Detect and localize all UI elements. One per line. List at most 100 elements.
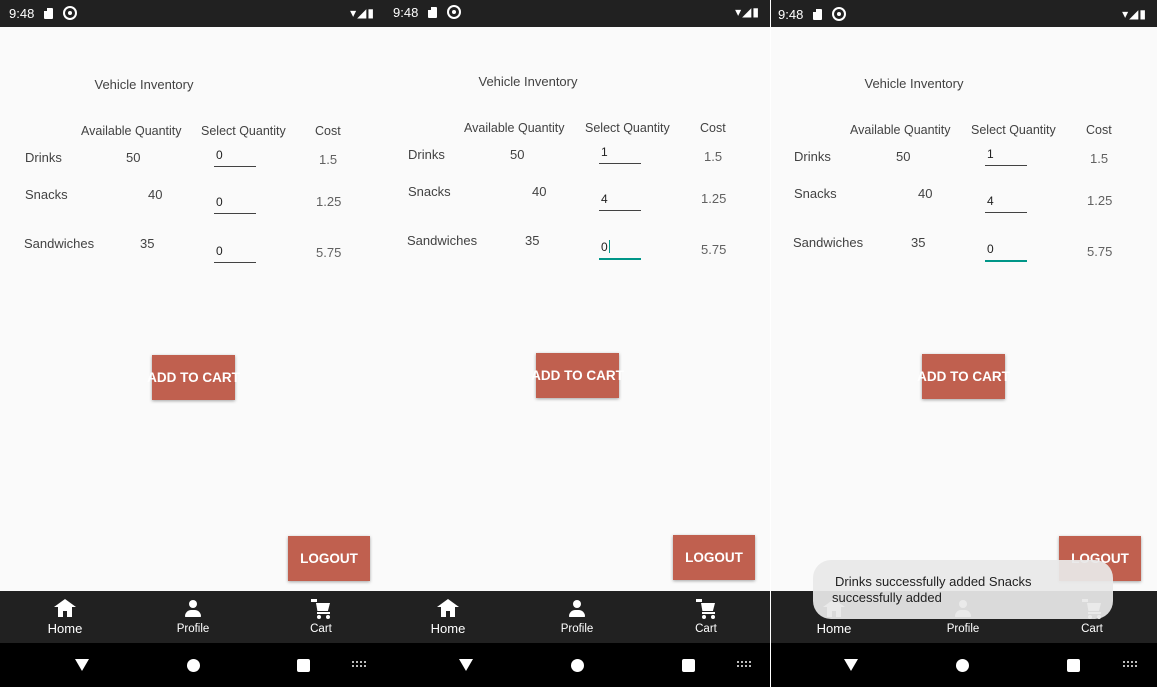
- nav-cart-label: Cart: [695, 623, 717, 635]
- nav-home[interactable]: Home: [398, 591, 498, 643]
- home-circle-icon[interactable]: [956, 659, 969, 672]
- quantity-input-sandwiches[interactable]: 0: [985, 242, 1027, 262]
- available-snacks: 40: [148, 187, 163, 202]
- toast-message: Drinks successfully added Snacks success…: [813, 560, 1113, 619]
- text-cursor: [608, 240, 610, 253]
- item-label-sandwiches: Sandwiches: [793, 235, 864, 250]
- sync-icon: [832, 7, 846, 21]
- home-circle-icon[interactable]: [187, 659, 200, 672]
- nav-profile-label: Profile: [560, 623, 594, 635]
- home-circle-icon[interactable]: [571, 659, 584, 672]
- available-snacks: 40: [918, 186, 933, 201]
- nav-cart[interactable]: Cart: [656, 591, 756, 643]
- recents-icon[interactable]: [297, 659, 310, 672]
- available-sandwiches: 35: [140, 236, 155, 251]
- keyboard-icon[interactable]: [1123, 661, 1137, 668]
- nav-cart[interactable]: Cart: [271, 591, 371, 643]
- available-sandwiches: 35: [911, 235, 926, 250]
- item-label-drinks: Drinks: [408, 147, 445, 162]
- item-label-sandwiches: Sandwiches: [24, 236, 95, 251]
- signal-battery-icon: ▾◢▮: [735, 5, 760, 19]
- status-time: 9:48: [778, 7, 804, 22]
- nav-cart-label: Cart: [310, 623, 332, 635]
- quantity-input-snacks[interactable]: 4: [599, 192, 641, 211]
- quantity-input-sandwiches[interactable]: 0: [599, 240, 641, 260]
- available-drinks: 50: [510, 147, 525, 162]
- cost-drinks: 1.5: [704, 149, 723, 164]
- available-drinks: 50: [896, 149, 911, 164]
- recents-icon[interactable]: [1067, 659, 1080, 672]
- nav-profile[interactable]: Profile: [143, 591, 243, 643]
- available-sandwiches: 35: [525, 233, 540, 248]
- sd-card-icon: [427, 6, 437, 18]
- header-available: Available Quantity: [850, 123, 951, 137]
- header-available: Available Quantity: [81, 124, 182, 138]
- profile-icon: [567, 599, 587, 617]
- status-bar: 9:48 ▾◢▮: [771, 0, 1157, 27]
- quantity-input-drinks[interactable]: 0: [214, 148, 256, 167]
- signal-battery-icon: ▾◢▮: [350, 6, 375, 20]
- logout-button[interactable]: LOGOUT: [288, 536, 370, 581]
- header-select: Select Quantity: [201, 124, 286, 138]
- status-time: 9:48: [9, 6, 35, 21]
- quantity-input-drinks[interactable]: 1: [985, 147, 1027, 166]
- header-cost: Cost: [315, 124, 341, 138]
- add-to-cart-button[interactable]: ADD TO CART: [147, 355, 240, 400]
- logout-button[interactable]: LOGOUT: [673, 535, 755, 580]
- quantity-input-snacks[interactable]: 4: [985, 194, 1027, 213]
- cost-drinks: 1.5: [1090, 151, 1109, 166]
- available-snacks: 40: [532, 184, 547, 199]
- back-icon[interactable]: [844, 659, 858, 671]
- cost-sandwiches: 5.75: [701, 242, 727, 257]
- status-bar: 9:48 ▾◢▮: [385, 0, 770, 27]
- nav-home[interactable]: Home: [15, 591, 115, 643]
- nav-home-label: Home: [816, 621, 852, 636]
- cost-drinks: 1.5: [319, 152, 338, 167]
- cost-snacks: 1.25: [701, 191, 727, 206]
- nav-home-label: Home: [47, 621, 83, 636]
- cost-sandwiches: 5.75: [316, 245, 342, 260]
- cost-snacks: 1.25: [1087, 193, 1113, 208]
- phone-screen-2: 9:48 ▾◢▮ Vehicle Inventory Available Qua…: [385, 0, 770, 687]
- nav-cart-label: Cart: [1081, 623, 1103, 635]
- page-title: Vehicle Inventory: [864, 76, 964, 91]
- header-select: Select Quantity: [971, 123, 1056, 137]
- signal-battery-icon: ▾◢▮: [1122, 7, 1147, 21]
- bottom-navigation: Home Profile Cart: [385, 591, 770, 643]
- cost-sandwiches: 5.75: [1087, 244, 1113, 259]
- header-cost: Cost: [1086, 123, 1112, 137]
- item-label-snacks: Snacks: [25, 187, 68, 202]
- nav-profile[interactable]: Profile: [527, 591, 627, 643]
- toast-line-1: Drinks successfully added Snacks: [835, 574, 1032, 589]
- home-icon: [54, 599, 76, 617]
- page-title: Vehicle Inventory: [478, 74, 578, 89]
- cart-icon: [696, 599, 716, 619]
- quantity-input-snacks[interactable]: 0: [214, 195, 256, 214]
- cost-snacks: 1.25: [316, 194, 342, 209]
- item-label-snacks: Snacks: [408, 184, 451, 199]
- nav-home-label: Home: [430, 621, 466, 636]
- quantity-input-drinks[interactable]: 1: [599, 145, 641, 164]
- item-label-drinks: Drinks: [25, 150, 62, 165]
- system-navigation-bar: [0, 643, 385, 687]
- quantity-input-sandwiches[interactable]: 0: [214, 244, 256, 263]
- status-bar: 9:48 ▾◢▮: [0, 0, 385, 27]
- recents-icon[interactable]: [682, 659, 695, 672]
- nav-profile-label: Profile: [176, 623, 210, 635]
- sync-icon: [63, 6, 77, 20]
- back-icon[interactable]: [75, 659, 89, 671]
- profile-icon: [183, 599, 203, 617]
- back-icon[interactable]: [459, 659, 473, 671]
- add-to-cart-button[interactable]: ADD TO CART: [531, 353, 624, 398]
- status-time: 9:48: [393, 5, 419, 20]
- header-cost: Cost: [700, 121, 726, 135]
- header-select: Select Quantity: [585, 121, 670, 135]
- add-to-cart-button[interactable]: ADD TO CART: [917, 354, 1010, 399]
- sd-card-icon: [43, 7, 53, 19]
- cart-icon: [311, 599, 331, 619]
- keyboard-icon[interactable]: [352, 661, 366, 668]
- system-navigation-bar: [771, 643, 1157, 687]
- quantity-value: 0: [601, 240, 608, 254]
- item-label-drinks: Drinks: [794, 149, 831, 164]
- keyboard-icon[interactable]: [737, 661, 751, 668]
